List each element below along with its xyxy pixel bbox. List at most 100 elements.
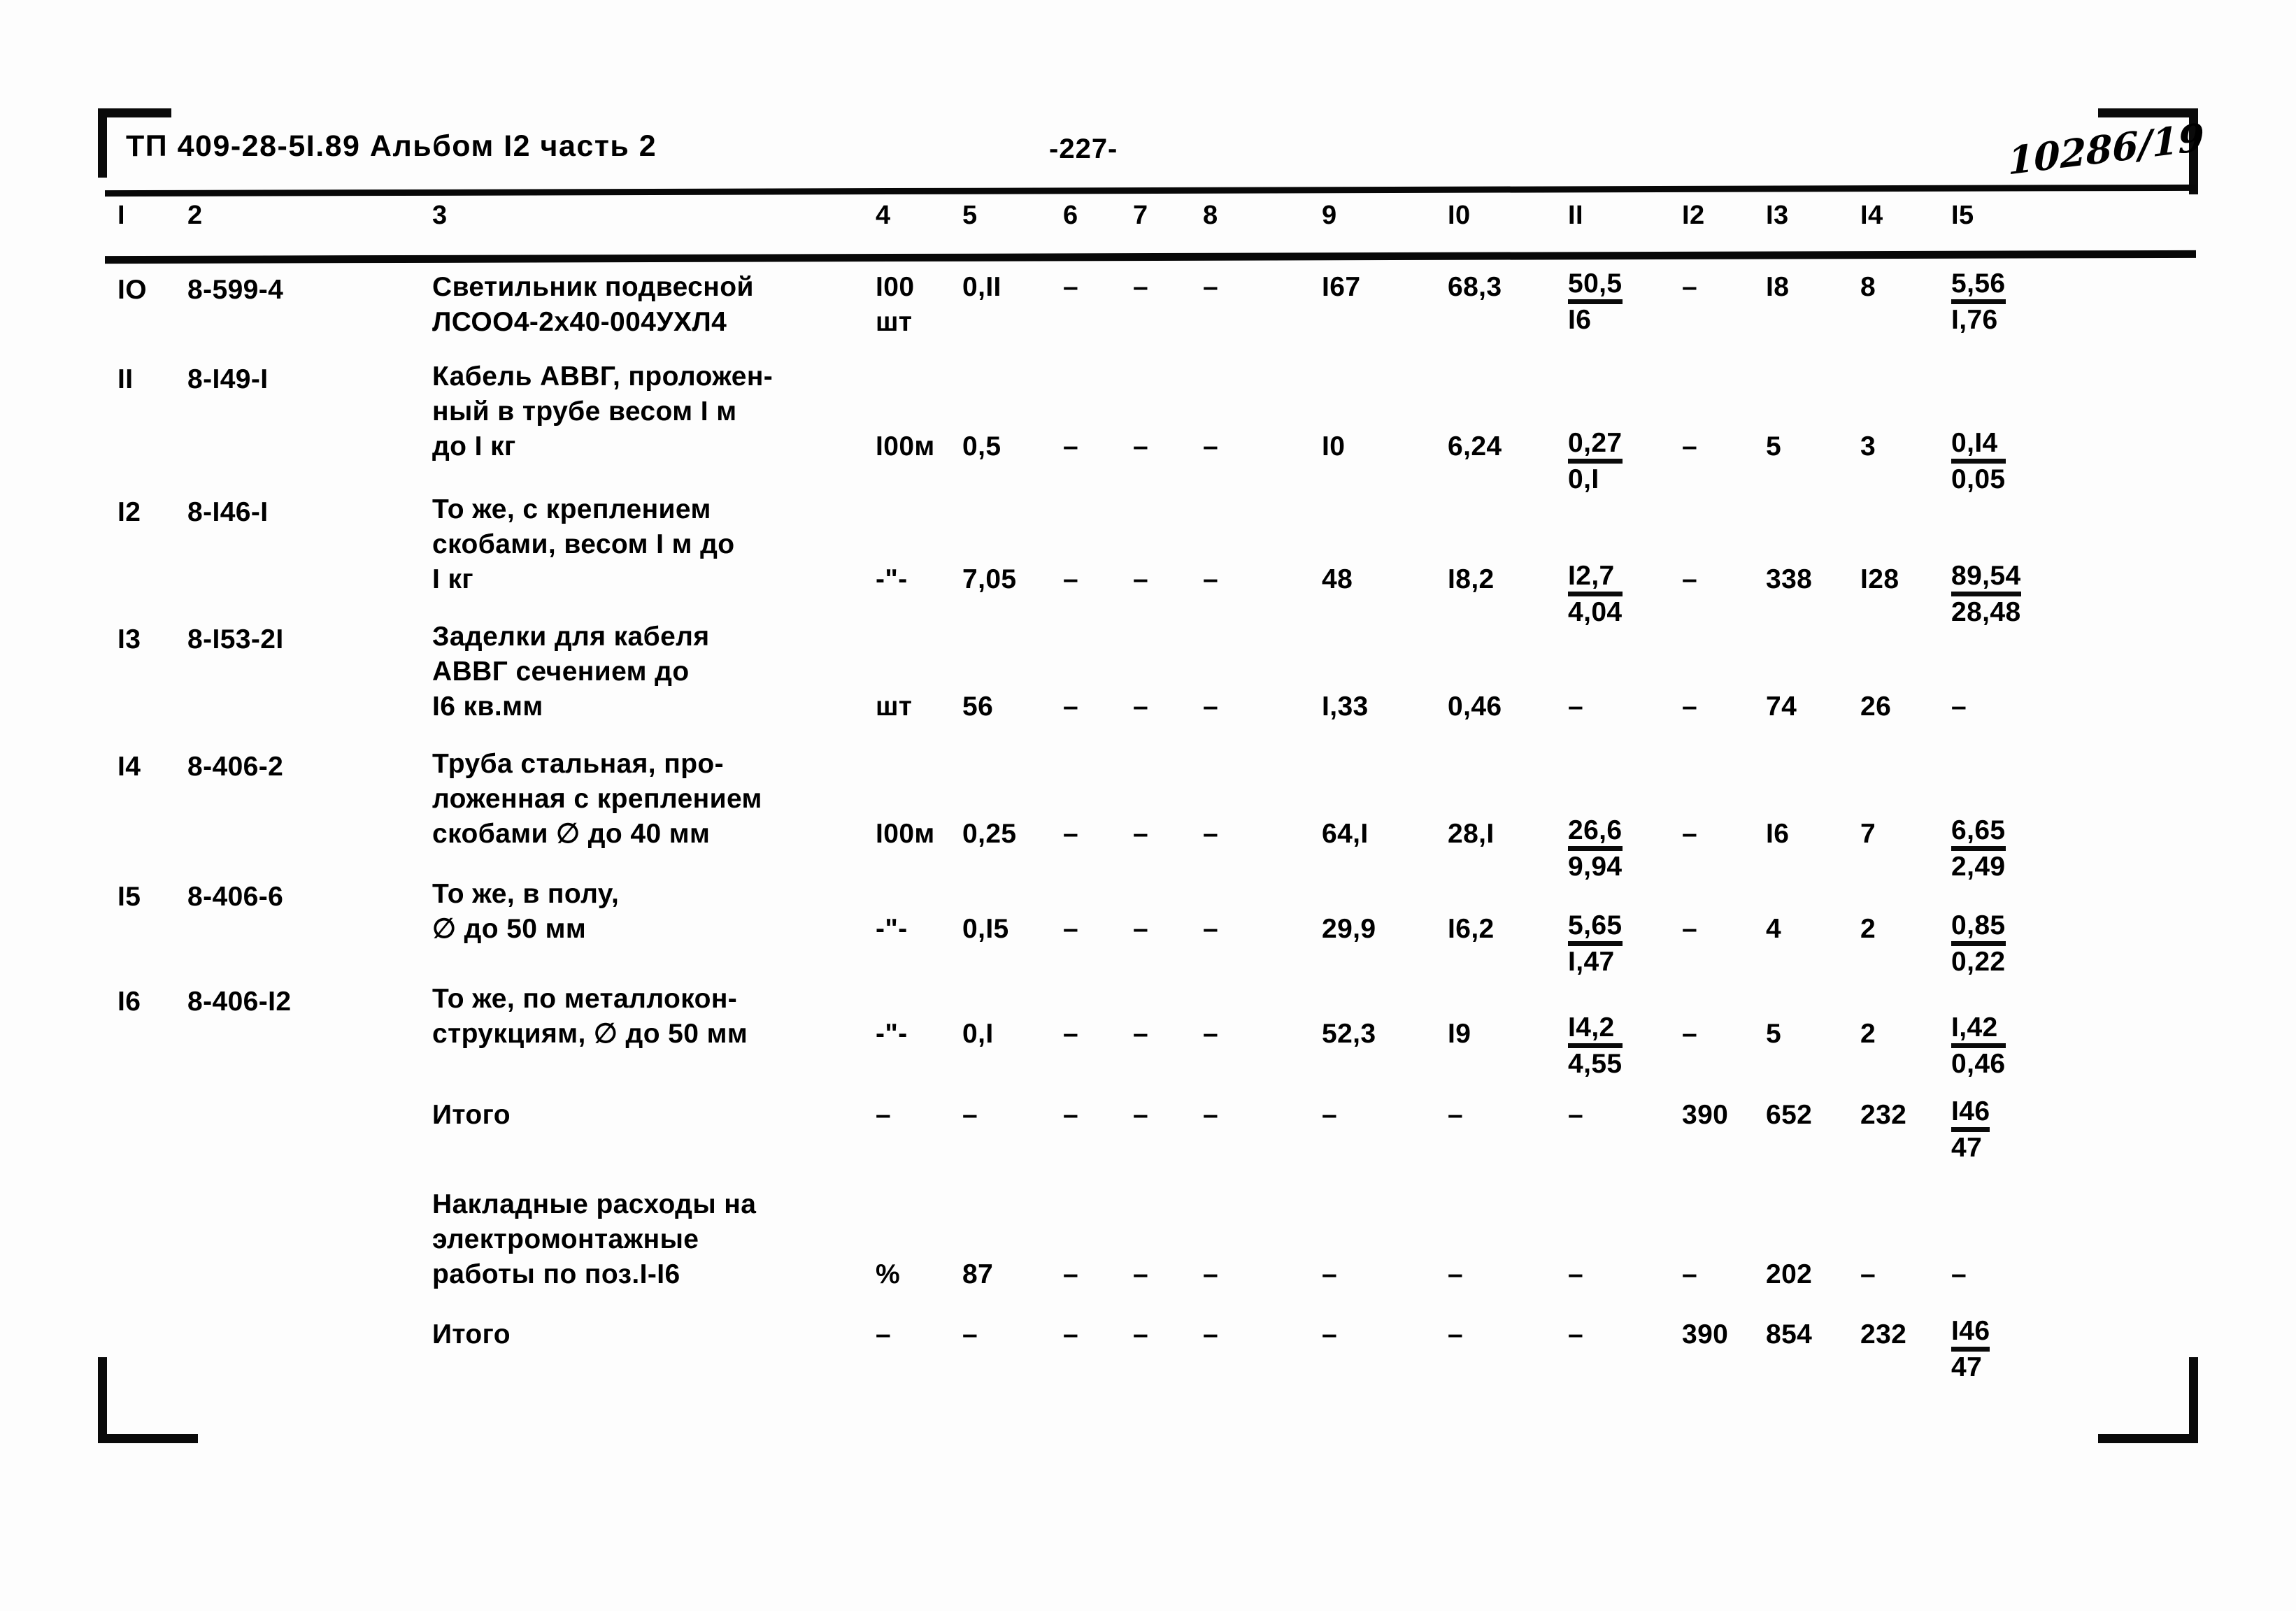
- row-col12: –: [1682, 1019, 1698, 1049]
- row-description: Кабель АВВГ, проложен-ный в трубе весом …: [432, 359, 873, 464]
- row-number: I5: [117, 882, 141, 912]
- row-quantity: 0,5: [962, 431, 1001, 461]
- totals-col12: 390: [1682, 1319, 1729, 1349]
- row-col13: I6: [1766, 819, 1790, 849]
- totals-col7: –: [1133, 1319, 1149, 1349]
- row-col13: I8: [1766, 272, 1790, 302]
- desc-line-2: ∅ до 50 мм: [432, 914, 587, 944]
- row-description: То же, по металлокон-струкциям, ∅ до 50 …: [432, 982, 873, 1052]
- row-col14: I28: [1860, 564, 1899, 594]
- row-col14: 26: [1860, 692, 1892, 722]
- totals-col6: –: [1063, 1100, 1079, 1130]
- column-header-1: I: [117, 201, 125, 230]
- row-col15: 0,85 0,22: [1951, 910, 2070, 980]
- desc-line-3: скобами ∅ до 40 мм: [432, 819, 711, 849]
- table-row: IO 8-599-4 Светильник подвесной ЛСОО4-2х4…: [105, 248, 2196, 351]
- row-description: То же, с креплением скобами, весом I м до…: [432, 492, 873, 597]
- column-header-4: 4: [876, 201, 891, 230]
- row-unit: I00м: [876, 819, 935, 849]
- overhead-col12: –: [1682, 1259, 1698, 1289]
- row-col13: 5: [1766, 1019, 1782, 1049]
- overhead-col15: –: [1951, 1259, 1967, 1289]
- overhead-line-3: работы по поз.I-I6: [432, 1259, 680, 1289]
- fraction: 26,6 9,94: [1568, 815, 1623, 882]
- row-col14: 3: [1860, 431, 1876, 461]
- fraction-numerator: I,42: [1951, 1012, 2006, 1048]
- overhead-label: Накладные расходы на электромонтажные рабо…: [432, 1187, 873, 1292]
- row-col8: –: [1203, 564, 1219, 594]
- row-col12: –: [1682, 819, 1698, 849]
- row-code: 8-406-6: [187, 882, 284, 912]
- fraction-denominator: I,76: [1951, 305, 1998, 335]
- overhead-col9: –: [1322, 1259, 1338, 1289]
- totals-col12: 390: [1682, 1100, 1729, 1130]
- fraction-denominator: 47: [1951, 1352, 1983, 1382]
- row-description: Труба стальная, про-ложенная с крепление…: [432, 747, 873, 852]
- desc-line-1: Труба стальная, про-: [432, 749, 725, 779]
- row-col8: –: [1203, 1019, 1219, 1049]
- row-quantity: 0,I: [962, 1019, 994, 1049]
- row-unit: I00 шт: [876, 270, 953, 340]
- row-col7: –: [1133, 914, 1149, 944]
- row-description: То же, в полу, ∅ до 50 мм: [432, 877, 873, 947]
- row-col10: 28,I: [1448, 819, 1495, 849]
- fraction: 50,5 I6: [1568, 268, 1623, 336]
- totals-col11: –: [1568, 1319, 1584, 1349]
- row-col13: 74: [1766, 692, 1797, 722]
- column-header-13: I3: [1766, 201, 1789, 230]
- overhead-col11: –: [1568, 1259, 1584, 1289]
- column-header-5: 5: [962, 201, 978, 230]
- fraction: 5,65 I,47: [1568, 910, 1623, 978]
- desc-line-2: ный в трубе весом I м: [432, 396, 737, 427]
- row-code: 8-I46-I: [187, 497, 269, 527]
- totals-col10: –: [1448, 1100, 1464, 1130]
- totals-col15: I46 47: [1951, 1096, 2070, 1166]
- fraction: 5,56 I,76: [1951, 268, 2006, 336]
- column-header-11: II: [1568, 201, 1583, 230]
- table-column-header-row: I 2 3 4 5 6 7 8 9 I0 II I2 I3 I4 I5: [105, 193, 2196, 248]
- totals-label: Итого: [432, 1319, 511, 1349]
- fraction: 0,85 0,22: [1951, 910, 2006, 978]
- row-col6: –: [1063, 914, 1079, 944]
- row-unit: -"-: [876, 564, 908, 594]
- fraction-denominator: 0,22: [1951, 947, 2006, 977]
- row-col6: –: [1063, 1019, 1079, 1049]
- row-unit: I00м: [876, 431, 935, 461]
- unit-line-2: шт: [876, 307, 913, 337]
- fraction-numerator: 6,65: [1951, 815, 2006, 851]
- row-col6: –: [1063, 692, 1079, 722]
- overhead-line-1: Накладные расходы на: [432, 1189, 757, 1219]
- desc-line-1: То же, с креплением: [432, 494, 711, 524]
- column-header-3: 3: [432, 201, 448, 230]
- totals-label: Итого: [432, 1100, 511, 1130]
- fraction: I46 47: [1951, 1096, 1990, 1164]
- totals-col6: –: [1063, 1319, 1079, 1349]
- row-col6: –: [1063, 819, 1079, 849]
- desc-line-2: АВВГ сечением до: [432, 657, 690, 687]
- totals-col14: 232: [1860, 1319, 1907, 1349]
- desc-line-3: I кг: [432, 564, 474, 594]
- row-col13: 5: [1766, 431, 1782, 461]
- table-row: I2 8-I46-I То же, с креплением скобами, в…: [105, 484, 2196, 627]
- fraction-numerator: I46: [1951, 1096, 1990, 1132]
- row-col9: I0: [1322, 431, 1346, 461]
- row-quantity: 0,25: [962, 819, 1017, 849]
- totals-col15: I46 47: [1951, 1316, 2070, 1385]
- row-col10: I6,2: [1448, 914, 1495, 944]
- fraction-denominator: 0,46: [1951, 1049, 2006, 1079]
- totals-col7: –: [1133, 1100, 1149, 1130]
- row-unit: -"-: [876, 914, 908, 944]
- desc-line-2: ЛСОО4-2х40-004УХЛ4: [432, 307, 727, 337]
- row-col6: –: [1063, 431, 1079, 461]
- row-number: IO: [117, 275, 147, 305]
- desc-line-3: до I кг: [432, 431, 516, 461]
- totals-col9: –: [1322, 1100, 1338, 1130]
- overhead-col6: –: [1063, 1259, 1079, 1289]
- row-col13: 338: [1766, 564, 1813, 594]
- row-col7: –: [1133, 1019, 1149, 1049]
- fraction-denominator: I6: [1568, 305, 1592, 335]
- row-col11: I4,2 4,55: [1568, 1012, 1666, 1082]
- row-col12: –: [1682, 272, 1698, 302]
- row-col9: 52,3: [1322, 1019, 1376, 1049]
- desc-line-2: скобами, весом I м до: [432, 529, 735, 559]
